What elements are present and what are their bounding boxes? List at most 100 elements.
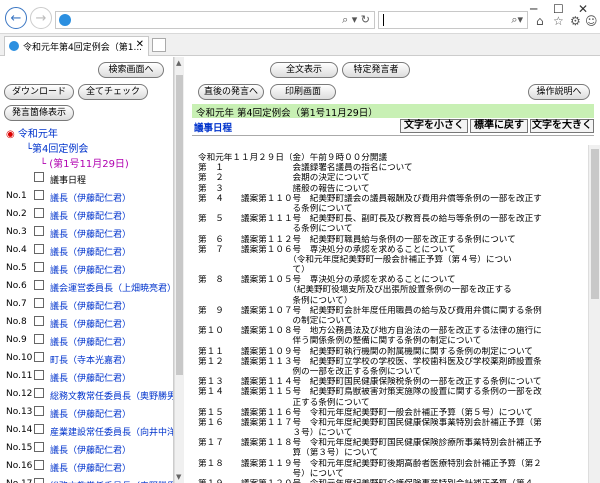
checkbox[interactable] [34, 478, 44, 483]
checkbox[interactable] [34, 442, 44, 452]
checkbox[interactable] [34, 406, 44, 416]
list-item-number: No.8 [6, 317, 27, 327]
forward-button[interactable]: → [30, 7, 52, 29]
speaker-link[interactable]: 総務文教常任委員長（奥野勝男君） [50, 389, 173, 402]
close-icon[interactable]: ✕ [136, 39, 144, 50]
print-button[interactable]: 印刷画面 [270, 84, 336, 100]
scroll-down-icon[interactable]: ▼ [176, 473, 181, 481]
favorites-icon[interactable]: ☆ [553, 14, 564, 28]
document-line: る条例について [198, 203, 353, 214]
speaker-link[interactable]: 議長（伊藤配仁君） [50, 335, 131, 348]
check-all-button[interactable]: 全てチェック [78, 84, 148, 100]
tab-bar: 令和元年第4回定例会（第1... ✕ [0, 34, 600, 56]
speaker-link[interactable]: 議長（伊藤配仁君） [50, 299, 131, 312]
address-tools[interactable]: ⌕ ▾ ↻ [342, 13, 370, 27]
document-line: て） [198, 265, 310, 276]
speaker-link[interactable]: 議長（伊藤配仁君） [50, 245, 131, 258]
list-item-number: No.11 [6, 371, 33, 381]
agenda-document: 令和元年１１月２９日（金）午前９時００分開議第 １ 会議録署名議員の指名について… [198, 153, 586, 483]
left-scrollbar[interactable]: ▲ ▼ [174, 57, 184, 483]
left-pane: 検索画面へ ダウンロード 全てチェック 発言箇條表示 ◉ 令和元年 └第4回定例… [0, 57, 174, 483]
checkbox[interactable] [34, 388, 44, 398]
speaker-link[interactable]: 町長（寺本光嘉君） [50, 353, 131, 366]
tab-active[interactable]: 令和元年第4回定例会（第1... ✕ [4, 36, 149, 56]
speaker-link[interactable]: 議長（伊藤配仁君） [50, 263, 131, 276]
document-line: 例の一部を改正する条例について [198, 366, 422, 377]
font-smaller-button[interactable]: 文字を小さく [400, 119, 468, 133]
checkbox[interactable] [34, 424, 44, 434]
document-line: の制定について [198, 316, 353, 326]
checkbox[interactable] [34, 190, 44, 200]
show-speakers-button[interactable]: 発言箇條表示 [4, 105, 74, 121]
speaker-link[interactable]: 議長（伊藤配仁君） [50, 443, 131, 456]
checkbox[interactable] [34, 316, 44, 326]
speaker-link[interactable]: 産業建設常任委員長（向井中洋二君） [50, 425, 173, 438]
new-tab-button[interactable] [152, 38, 166, 52]
search-screen-button[interactable]: 検索画面へ [98, 62, 164, 78]
checkbox[interactable] [34, 208, 44, 218]
list-item-number: No.9 [6, 335, 27, 345]
tree-session-label: 第4回定例会 [32, 144, 89, 155]
document-line: る条例について [198, 224, 353, 235]
speaker-link[interactable]: 議長（伊藤配仁君） [50, 371, 131, 384]
checkbox[interactable] [34, 298, 44, 308]
checkbox[interactable] [34, 334, 44, 344]
checkbox[interactable] [34, 280, 44, 290]
arrow-left-icon: ← [10, 10, 22, 26]
tree-session[interactable]: └第4回定例会 [26, 140, 88, 155]
list-item-number: No.15 [6, 443, 33, 453]
scroll-thumb[interactable] [591, 149, 599, 299]
ie-logo-icon [9, 41, 19, 51]
list-item-number: No.17 [6, 479, 32, 483]
list-item-number: No.3 [6, 227, 27, 237]
checkbox[interactable] [34, 262, 44, 272]
tree-year[interactable]: ◉ 令和元年 [6, 125, 58, 140]
checkbox[interactable] [34, 460, 44, 470]
speaker-link[interactable]: 議長（伊藤配仁君） [50, 317, 131, 330]
refresh-icon[interactable]: ↻ [361, 13, 370, 26]
divider [192, 135, 594, 136]
search-icon[interactable]: ⌕ [342, 13, 348, 26]
right-scrollbar[interactable] [588, 145, 600, 483]
dropdown-icon[interactable]: ▾ [352, 13, 358, 26]
back-button[interactable]: ← [5, 7, 27, 29]
gear-icon[interactable]: ⚙ [570, 14, 581, 28]
checkbox[interactable] [34, 244, 44, 254]
speaker-link[interactable]: 総務文教常任委員長（奥野勝男君） [50, 479, 173, 483]
specified-speaker-button[interactable]: 特定発言者 [342, 62, 410, 78]
checkbox[interactable] [34, 352, 44, 362]
full-text-button[interactable]: 全文表示 [270, 62, 338, 78]
document-line: 第１１ 議案第１０９号 紀美野町執行機関の附属機関に関する条例の制定について [198, 346, 533, 357]
speaker-link[interactable]: 議長（伊藤配仁君） [50, 209, 131, 222]
speaker-link[interactable]: 議長（伊藤配仁君） [50, 461, 131, 474]
font-standard-button[interactable]: 標準に戻す [470, 119, 528, 133]
smiley-icon[interactable]: ☺ [585, 14, 598, 28]
document-line: 令和元年１１月２９日（金）午前９時００分開議 [198, 153, 388, 163]
search-input[interactable]: ⌕▾ [378, 11, 528, 29]
address-bar[interactable]: ⌕ ▾ ↻ [55, 11, 375, 29]
download-button[interactable]: ダウンロード [4, 84, 74, 100]
font-larger-button[interactable]: 文字を大きく [530, 119, 594, 133]
list-item-number: No.7 [6, 299, 27, 309]
search-icon[interactable]: ⌕▾ [511, 13, 523, 27]
list-item-number: No.13 [6, 407, 33, 417]
session-heading: 令和元年 第4回定例会（第1号11月29日） [192, 104, 594, 119]
scroll-thumb[interactable] [176, 75, 183, 375]
checkbox[interactable] [34, 370, 44, 380]
speaker-link[interactable]: 議長（伊藤配仁君） [50, 407, 131, 420]
checkbox[interactable] [34, 172, 44, 182]
document-line: 第 ４ 議案第１１０号 紀美野町議会の議員報酬及び費用弁償等条例の一部を改正す [198, 193, 542, 204]
document-line: 号）について [198, 468, 344, 479]
scroll-up-icon[interactable]: ▲ [176, 59, 181, 67]
checkbox[interactable] [34, 226, 44, 236]
speaker-link[interactable]: 議会運営委員長（上畑暁亮君） [50, 281, 173, 294]
speaker-link[interactable]: 議長（伊藤配仁君） [50, 227, 131, 240]
tree-day[interactable]: └ (第1号11月29日) [40, 155, 129, 170]
home-icon[interactable]: ⌂ [536, 14, 544, 28]
help-button[interactable]: 操作説明へ [528, 84, 590, 100]
next-speech-button[interactable]: 直後の発言へ [198, 84, 264, 100]
speaker-link[interactable]: 議長（伊藤配仁君） [50, 191, 131, 204]
document-line: 条例について） [198, 295, 353, 306]
document-line: 第 ３ 諸般の報告について [198, 183, 370, 194]
document-line: 第１２ 議案第１１３号 紀美野町立学校の学校医、学校歯科医及び学校薬剤師設置条 [198, 356, 542, 367]
